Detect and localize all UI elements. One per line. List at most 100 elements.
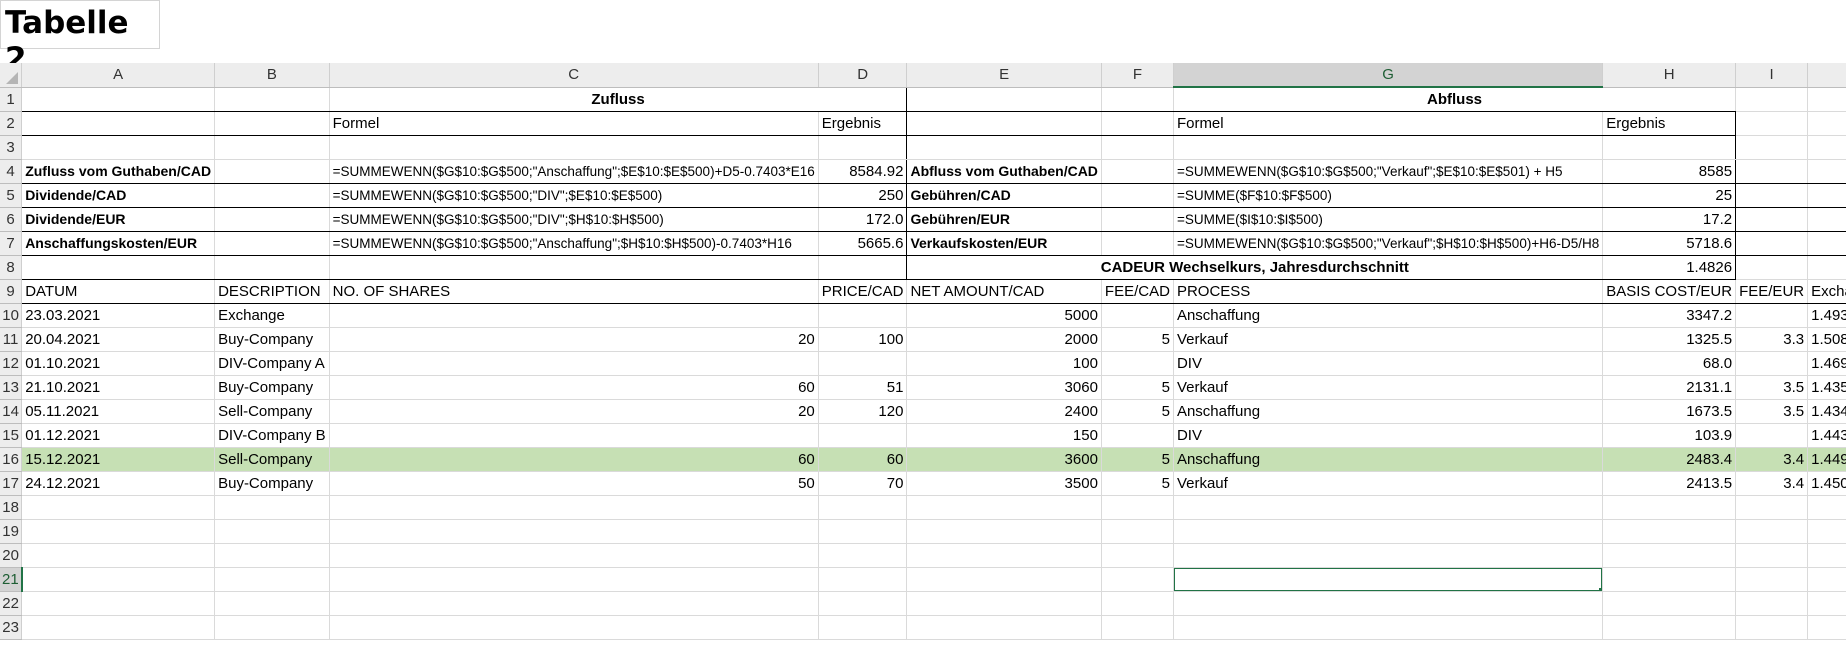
cell-D6[interactable]: 172.0	[818, 207, 908, 232]
column-header-G[interactable]: G	[1173, 63, 1604, 88]
cell-H9[interactable]: BASIS COST/EUR	[1602, 279, 1737, 304]
row-header-14[interactable]: 14	[0, 399, 23, 424]
cell-E4[interactable]: Abfluss vom Guthaben/CAD	[906, 159, 1102, 184]
cell-J19[interactable]	[1807, 519, 1846, 544]
cell-F12[interactable]	[1101, 351, 1174, 376]
row-header-15[interactable]: 15	[0, 423, 23, 448]
cell-J6[interactable]	[1807, 207, 1846, 232]
cell-C12[interactable]	[329, 351, 819, 376]
cell-G12[interactable]: DIV	[1173, 351, 1604, 376]
cell-F6[interactable]	[1101, 207, 1174, 232]
cell-C5[interactable]: =SUMMEWENN($G$10:$G$500;"DIV";$E$10:$E$5…	[328, 183, 819, 208]
cell-B6[interactable]	[214, 207, 330, 232]
cell-D20[interactable]	[818, 543, 908, 568]
cell-H18[interactable]	[1602, 495, 1737, 520]
cell-I23[interactable]	[1735, 615, 1809, 640]
cell-D8[interactable]	[818, 255, 908, 280]
cell-G1[interactable]: Abfluss	[1173, 87, 1737, 112]
row-header-11[interactable]: 11	[0, 327, 23, 352]
select-all-corner[interactable]	[0, 63, 23, 88]
cell-E5[interactable]: Gebühren/CAD	[906, 183, 1102, 208]
cell-E10[interactable]: 5000	[906, 303, 1102, 328]
cell-F16[interactable]: 5	[1101, 447, 1174, 472]
cell-B19[interactable]	[214, 519, 330, 544]
cell-H2[interactable]: Ergebnis	[1602, 111, 1737, 136]
cell-I7[interactable]	[1735, 231, 1809, 256]
cell-E18[interactable]	[906, 495, 1102, 520]
cell-C18[interactable]	[329, 495, 819, 520]
cell-F19[interactable]	[1101, 519, 1174, 544]
row-header-2[interactable]: 2	[0, 111, 23, 136]
cell-D19[interactable]	[818, 519, 908, 544]
cell-F2[interactable]	[1101, 111, 1174, 136]
cell-J20[interactable]	[1807, 543, 1846, 568]
row-header-5[interactable]: 5	[0, 183, 23, 208]
cell-H14[interactable]: 1673.5	[1602, 399, 1737, 424]
row-header-1[interactable]: 1	[0, 87, 23, 112]
cell-A15[interactable]: 01.12.2021	[21, 423, 216, 448]
row-header-10[interactable]: 10	[0, 303, 23, 328]
cell-B11[interactable]: Buy-Company	[214, 327, 330, 352]
cell-A6[interactable]: Dividende/EUR	[21, 207, 216, 232]
cell-H21[interactable]	[1602, 567, 1737, 592]
cell-H16[interactable]: 2483.4	[1602, 447, 1737, 472]
cell-I11[interactable]: 3.3	[1735, 327, 1809, 352]
cell-D3[interactable]	[818, 135, 908, 160]
cell-A21[interactable]	[21, 567, 216, 592]
cell-D13[interactable]: 51	[818, 375, 908, 400]
row-header-7[interactable]: 7	[0, 231, 23, 256]
cell-G23[interactable]	[1173, 615, 1604, 640]
cell-A19[interactable]	[21, 519, 216, 544]
cell-B7[interactable]	[214, 231, 330, 256]
cell-D17[interactable]: 70	[818, 471, 908, 496]
cell-J7[interactable]	[1807, 231, 1846, 256]
cell-I12[interactable]	[1735, 351, 1809, 376]
cell-F15[interactable]	[1101, 423, 1174, 448]
cell-A1[interactable]	[21, 87, 216, 112]
cell-A9[interactable]: DATUM	[21, 279, 216, 304]
cell-H22[interactable]	[1602, 591, 1737, 616]
cell-J2[interactable]	[1807, 111, 1846, 136]
cell-J9[interactable]: Exchange R	[1807, 279, 1846, 304]
cell-J12[interactable]: 1.4698	[1807, 351, 1846, 376]
cell-F22[interactable]	[1101, 591, 1174, 616]
cell-D11[interactable]: 100	[818, 327, 908, 352]
cell-G7[interactable]: =SUMMEWENN($G$10:$G$500;"Verkauf";$H$10:…	[1172, 231, 1604, 256]
cell-E19[interactable]	[906, 519, 1102, 544]
row-header-6[interactable]: 6	[0, 207, 23, 232]
cell-J8[interactable]	[1807, 255, 1846, 280]
cell-E21[interactable]	[906, 567, 1102, 592]
cell-C23[interactable]	[329, 615, 819, 640]
row-header-18[interactable]: 18	[0, 495, 23, 520]
cell-J5[interactable]	[1807, 183, 1846, 208]
cell-B17[interactable]: Buy-Company	[214, 471, 330, 496]
cell-J13[interactable]: 1.4359	[1807, 375, 1846, 400]
column-header-C[interactable]: C	[329, 63, 819, 88]
cell-A7[interactable]: Anschaffungskosten/EUR	[21, 231, 216, 256]
cell-F17[interactable]: 5	[1101, 471, 1174, 496]
row-header-12[interactable]: 12	[0, 351, 23, 376]
cell-E15[interactable]: 150	[906, 423, 1102, 448]
cell-D10[interactable]	[818, 303, 908, 328]
cell-D16[interactable]: 60	[818, 447, 908, 472]
cell-E16[interactable]: 3600	[906, 447, 1102, 472]
cell-B15[interactable]: DIV-Company B	[214, 423, 330, 448]
cell-J15[interactable]: 1.4433	[1807, 423, 1846, 448]
cell-A14[interactable]: 05.11.2021	[21, 399, 216, 424]
cell-B22[interactable]	[214, 591, 330, 616]
cell-F5[interactable]	[1101, 183, 1174, 208]
cell-E11[interactable]: 2000	[906, 327, 1102, 352]
row-header-16[interactable]: 16	[0, 447, 23, 472]
cell-I8[interactable]	[1735, 255, 1809, 280]
cell-H13[interactable]: 2131.1	[1602, 375, 1737, 400]
cell-J10[interactable]: 1.4938	[1807, 303, 1846, 328]
cell-B14[interactable]: Sell-Company	[214, 399, 330, 424]
cell-D12[interactable]	[818, 351, 908, 376]
cell-D21[interactable]	[818, 567, 908, 592]
cell-C2[interactable]: Formel	[329, 111, 819, 136]
cell-A13[interactable]: 21.10.2021	[21, 375, 216, 400]
cell-G22[interactable]	[1173, 591, 1604, 616]
cell-G3[interactable]	[1172, 135, 1604, 160]
cell-E12[interactable]: 100	[906, 351, 1102, 376]
cell-C20[interactable]	[329, 543, 819, 568]
